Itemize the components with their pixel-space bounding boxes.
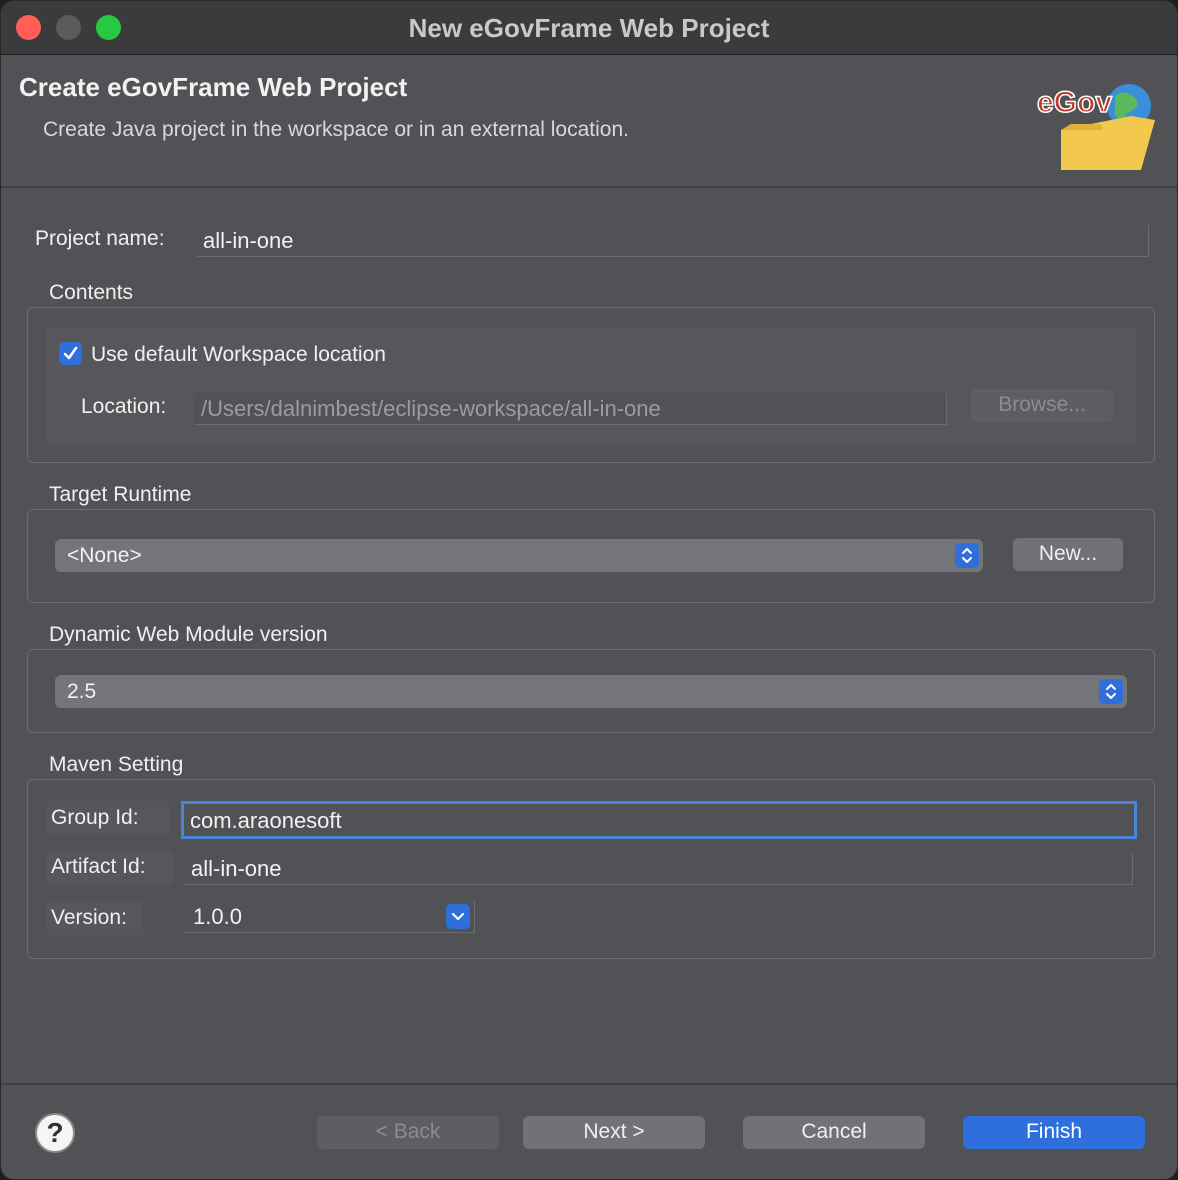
chevron-down-icon[interactable]: [446, 904, 470, 929]
group-id-label: Group Id:: [47, 801, 169, 835]
contents-group: [27, 307, 1155, 463]
footer-divider: [1, 1083, 1177, 1085]
version-value: 1.0.0: [193, 904, 242, 929]
location-label: Location:: [81, 395, 167, 418]
group-id-field[interactable]: com.araonesoft: [181, 801, 1137, 839]
use-default-location-label: Use default Workspace location: [91, 343, 386, 366]
version-label: Version:: [47, 901, 143, 935]
checkmark-icon: [63, 346, 78, 360]
page-title: Create eGovFrame Web Project: [19, 72, 408, 102]
egov-logo: eGov: [1036, 84, 1155, 170]
new-runtime-button[interactable]: New...: [1013, 538, 1123, 571]
project-name-field[interactable]: all-in-one: [197, 225, 1149, 257]
page-description: Create Java project in the workspace or …: [43, 118, 629, 141]
target-runtime-value: <None>: [67, 544, 142, 567]
window-title: New eGovFrame Web Project: [408, 13, 770, 43]
target-runtime-heading: Target Runtime: [49, 483, 192, 506]
artifact-id-field[interactable]: all-in-one: [185, 853, 1133, 885]
dynamic-web-heading: Dynamic Web Module version: [49, 623, 328, 646]
dialog-window: New eGovFrame Web Project Create eGovFra…: [0, 0, 1178, 1180]
browse-button[interactable]: Browse...: [971, 389, 1113, 422]
project-name-label: Project name:: [35, 227, 165, 250]
finish-button[interactable]: Finish: [963, 1116, 1145, 1149]
help-icon[interactable]: ?: [35, 1113, 75, 1153]
cancel-button[interactable]: Cancel: [743, 1116, 925, 1149]
updown-chevron-icon: [1099, 679, 1123, 704]
wizard-banner: Create eGovFrame Web Project Create Java…: [1, 56, 1177, 188]
location-field[interactable]: /Users/dalnimbest/eclipse-workspace/all-…: [195, 393, 947, 425]
target-runtime-select[interactable]: <None>: [55, 539, 983, 572]
title-bar: New eGovFrame Web Project: [1, 1, 1177, 55]
artifact-id-label: Artifact Id:: [47, 851, 173, 885]
use-default-location-checkbox[interactable]: [59, 342, 82, 365]
updown-chevron-icon: [955, 543, 979, 568]
version-combo[interactable]: 1.0.0: [185, 901, 475, 933]
next-button[interactable]: Next >: [523, 1116, 705, 1149]
svg-text:eGov: eGov: [1037, 86, 1112, 119]
maven-heading: Maven Setting: [49, 753, 184, 776]
dynamic-web-version-select[interactable]: 2.5: [55, 675, 1127, 708]
dynamic-web-version-value: 2.5: [67, 680, 97, 703]
back-button[interactable]: < Back: [317, 1116, 499, 1149]
contents-heading: Contents: [49, 281, 134, 304]
